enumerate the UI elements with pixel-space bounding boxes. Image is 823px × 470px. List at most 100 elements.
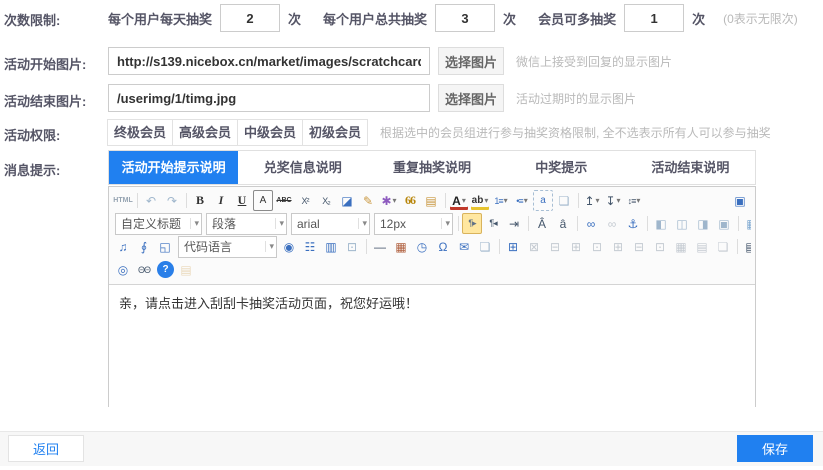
underline-icon[interactable]: U [232, 190, 252, 211]
ltr-icon[interactable]: ¶▸ [462, 213, 482, 234]
auto-typeset-icon[interactable]: ✱ [379, 190, 399, 211]
strikethrough-icon[interactable]: ABC [274, 190, 294, 211]
member-extra-input[interactable] [624, 4, 684, 32]
split-cells-icon[interactable]: ▦ [671, 236, 691, 257]
paste-text-icon[interactable]: ▤ [421, 190, 441, 211]
font-family-select[interactable]: arial▾ [291, 213, 370, 235]
caret-down-icon[interactable]: ▾ [265, 241, 274, 252]
undo-icon[interactable]: ↶ [141, 190, 161, 211]
per-day-unit: 次 [288, 9, 301, 28]
image-align-left-icon[interactable]: ◧ [651, 213, 671, 234]
eraser-icon[interactable]: ◪ [337, 190, 357, 211]
print-icon[interactable]: ▤ [741, 236, 751, 257]
insert-table-icon[interactable]: ⊞ [503, 236, 523, 257]
blockquote-icon[interactable]: 66 [400, 190, 420, 211]
member-option-4[interactable]: 初级会员 [302, 119, 368, 146]
unlink-icon[interactable]: ∞ [602, 213, 622, 234]
quick-doc-icon[interactable]: ❏ [475, 236, 495, 257]
font-size-select[interactable]: 12px▾ [374, 213, 453, 235]
source-code-icon[interactable]: HTML [113, 190, 133, 211]
blank-doc-icon[interactable]: ❏ [554, 190, 574, 211]
image-align-center-icon[interactable]: ◫ [672, 213, 692, 234]
date-icon[interactable]: ▦ [391, 236, 411, 257]
fullscreen-icon[interactable]: ▣ [730, 190, 750, 211]
ordered-list-icon[interactable]: 1≡ [491, 190, 511, 211]
editor-content[interactable]: 亲，请点击进入刮刮卡抽奖活动页面，祝您好运哦！ [109, 285, 755, 421]
delete-col-icon[interactable]: ⊡ [650, 236, 670, 257]
start-image-pick-button[interactable]: 选择图片 [438, 47, 504, 75]
lowercase-icon[interactable]: â [553, 213, 573, 234]
link-icon[interactable]: ∞ [581, 213, 601, 234]
paste-icon[interactable]: ▤ [176, 259, 196, 280]
special-char-icon[interactable]: Ω [433, 236, 453, 257]
insert-row-icon[interactable]: ⊡ [587, 236, 607, 257]
end-image-input[interactable] [108, 84, 430, 112]
snapshot-icon[interactable]: ⊡ [342, 236, 362, 257]
map-icon[interactable]: ◉ [279, 236, 299, 257]
member-option-1[interactable]: 终极会员 [107, 119, 173, 146]
format-brush-icon[interactable]: ✎ [358, 190, 378, 211]
image-align-right-icon[interactable]: ◨ [693, 213, 713, 234]
caret-down-icon[interactable]: ▾ [358, 218, 367, 229]
line-spacing-icon[interactable]: ↕≡ [624, 190, 644, 211]
help-icon[interactable]: ? [157, 261, 174, 278]
preview-icon[interactable]: ◎ [113, 259, 133, 280]
table-title-icon[interactable]: ⊟ [545, 236, 565, 257]
delete-table-icon[interactable]: ⊠ [524, 236, 544, 257]
font-border-icon[interactable]: A [253, 190, 273, 211]
comment-icon[interactable]: ✉ [454, 236, 474, 257]
member-option-2[interactable]: 高级会员 [172, 119, 238, 146]
columns-icon[interactable]: ▥ [321, 236, 341, 257]
image-inline-icon[interactable]: ▣ [714, 213, 734, 234]
delete-row-icon[interactable]: ⊟ [629, 236, 649, 257]
caret-down-icon[interactable]: ▾ [190, 218, 199, 229]
superscript-icon[interactable]: X² [295, 190, 315, 211]
message-tab-3[interactable]: 重复抽奖说明 [367, 151, 496, 184]
music-icon[interactable]: ♫ [113, 236, 133, 257]
member-option-3[interactable]: 中级会员 [237, 119, 303, 146]
gmap-icon[interactable]: ☷ [300, 236, 320, 257]
search-replace-icon[interactable]: ΘΘ [134, 259, 154, 280]
merge-cells-icon[interactable]: ⊞ [566, 236, 586, 257]
caret-down-icon[interactable]: ▾ [441, 218, 450, 229]
uppercase-icon[interactable]: Â [532, 213, 552, 234]
start-image-input[interactable] [108, 47, 430, 75]
code-language-select[interactable]: 代码语言▾ [178, 236, 277, 258]
save-button[interactable]: 保存 [737, 435, 813, 462]
paragraph-top-spacing-icon[interactable]: ↥ [582, 190, 602, 211]
message-tab-2[interactable]: 兑奖信息说明 [238, 151, 367, 184]
total-input[interactable] [435, 4, 495, 32]
table-props-icon[interactable]: ▤ [692, 236, 712, 257]
redo-icon[interactable]: ↷ [162, 190, 182, 211]
font-color-icon[interactable]: A [449, 190, 469, 211]
attachment-icon[interactable]: ∮ [134, 236, 154, 257]
insert-frame-icon[interactable]: ◱ [155, 236, 175, 257]
time-icon[interactable]: ◷ [412, 236, 432, 257]
insert-image-icon[interactable]: ▦ [742, 213, 751, 234]
unordered-list-icon[interactable]: •≡ [512, 190, 532, 211]
toolbar-separator [647, 216, 648, 231]
horizontal-rule-icon[interactable]: — [370, 236, 390, 257]
custom-title-select[interactable]: 自定义标题▾ [115, 213, 202, 235]
toolbar-separator [445, 193, 446, 208]
limit-label: 次数限制: [4, 10, 60, 29]
page-break-icon[interactable]: ❏ [713, 236, 733, 257]
message-tab-5[interactable]: 活动结束说明 [626, 151, 755, 184]
indent-icon[interactable]: ⇥ [504, 213, 524, 234]
per-day-input[interactable] [220, 4, 280, 32]
anchor-icon[interactable]: a [533, 190, 553, 211]
paragraph-select[interactable]: 段落▾ [206, 213, 287, 235]
italic-icon[interactable]: I [211, 190, 231, 211]
message-tab-4[interactable]: 中奖提示 [497, 151, 626, 184]
anchor-set-icon[interactable]: ⚓ [623, 213, 643, 234]
back-button[interactable]: 返回 [8, 435, 84, 462]
highlight-color-icon[interactable]: ab [470, 190, 490, 211]
rtl-icon[interactable]: ¶◂ [483, 213, 503, 234]
paragraph-bottom-spacing-icon[interactable]: ↧ [603, 190, 623, 211]
bold-icon[interactable]: B [190, 190, 210, 211]
end-image-pick-button[interactable]: 选择图片 [438, 84, 504, 112]
insert-col-icon[interactable]: ⊞ [608, 236, 628, 257]
message-tab-1[interactable]: 活动开始提示说明 [109, 151, 238, 184]
caret-down-icon[interactable]: ▾ [275, 218, 284, 229]
subscript-icon[interactable]: X₂ [316, 190, 336, 211]
